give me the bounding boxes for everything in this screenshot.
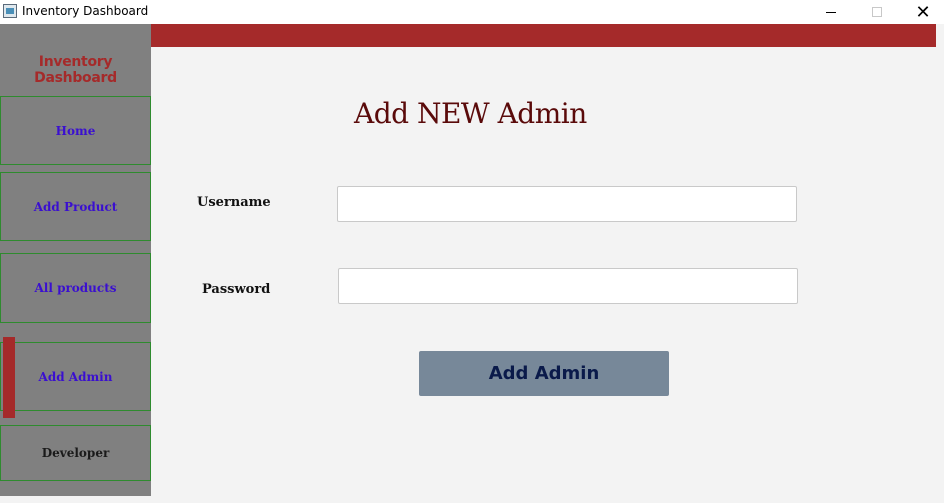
active-nav-indicator [3,337,15,418]
sidebar-item-label: All products [34,281,117,295]
minimize-button[interactable] [808,0,854,24]
add-admin-button[interactable]: Add Admin [419,351,669,396]
minimize-icon [826,11,836,13]
app-icon [3,4,17,18]
sidebar-item-label: Developer [41,446,110,460]
title-bar: Inventory Dashboard ✕ [0,0,944,24]
sidebar-item-add-product[interactable]: Add Product [0,172,151,241]
page-title: Add NEW Admin [354,97,587,130]
sidebar-item-home[interactable]: Home [0,96,151,165]
window-title: Inventory Dashboard [22,4,149,18]
username-label: Username [197,195,271,210]
maximize-icon [872,7,882,17]
sidebar-item-all-products[interactable]: All products [0,253,151,323]
sidebar-item-label: Add Admin [38,369,113,384]
sidebar-brand: Inventory Dashboard [34,54,117,86]
header-accent-bar [151,24,936,47]
username-field[interactable] [337,186,797,222]
password-field[interactable] [338,268,798,304]
close-icon: ✕ [915,1,931,22]
close-button[interactable]: ✕ [900,0,944,24]
sidebar-item-label: Add Product [33,199,118,214]
sidebar-item-add-admin[interactable]: Add Admin [0,342,151,411]
sidebar-item-developer[interactable]: Developer [0,425,151,481]
sidebar-item-label: Home [55,123,96,138]
password-label: Password [202,282,271,297]
app-window: Inventory Dashboard ✕ Inventory Dashboar… [0,0,944,503]
maximize-button[interactable] [854,0,900,24]
